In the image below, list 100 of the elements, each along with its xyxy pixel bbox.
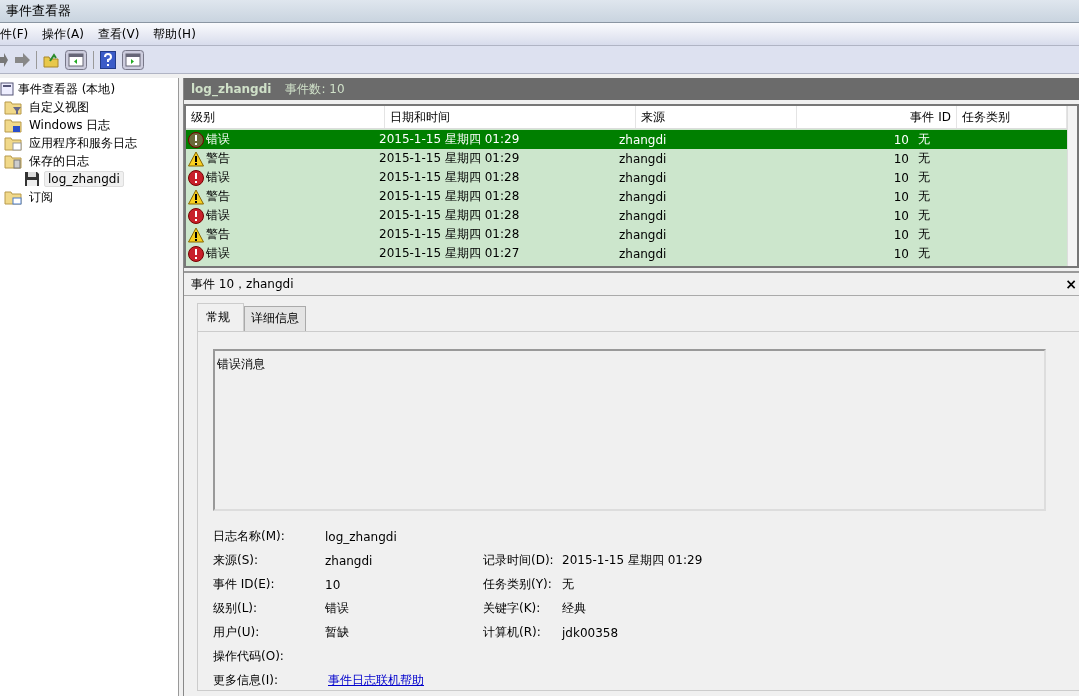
table-cell-text: zhangdi (618, 189, 668, 204)
table-cell-text: zhangdi (618, 151, 668, 166)
table-cell-text: 无 (917, 131, 931, 148)
table-cell-text: zhangdi (618, 208, 668, 223)
field-value: 暂缺 (325, 625, 349, 639)
column-header[interactable]: 来源 (636, 106, 797, 128)
message-text: 错误消息 (217, 357, 265, 371)
tab[interactable]: 常规 (197, 303, 244, 331)
tree-item[interactable]: 事件查看器 (本地) (18, 80, 116, 98)
error-icon (188, 169, 204, 186)
tree-item[interactable]: 保存的日志 (26, 152, 92, 170)
column-header[interactable]: 级别 (186, 106, 385, 128)
tree-item[interactable]: 应用程序和服务日志 (26, 134, 140, 152)
table-cell-text: 2015-1-15 星期四 01:27 (378, 245, 521, 262)
table-cell-text: 无 (917, 207, 931, 224)
table-cell-text: 10 (892, 170, 910, 185)
event-row[interactable]: 错误 2015-1-15 星期四 01:29 zhangdi 10 无 (186, 130, 1067, 149)
show-pane-icon[interactable] (65, 49, 87, 70)
table-cell-text: 2015-1-15 星期四 01:28 (378, 207, 521, 224)
warning-icon (188, 150, 204, 167)
field-label: 来源(S): (213, 552, 260, 569)
field-value: 2015-1-15 星期四 01:29 (562, 552, 703, 569)
menu-item[interactable]: 帮助(H) (153, 25, 196, 43)
table-cell-text: 2015-1-15 星期四 01:29 (378, 150, 521, 167)
table-cell: 错误 (206, 207, 230, 224)
field-label: 用户(U): (213, 624, 261, 641)
error-icon (188, 245, 204, 262)
field-label: 记录时间(D): (483, 553, 554, 567)
table-cell: 错误 (206, 245, 230, 262)
field-value: zhangdi (325, 553, 373, 568)
table-cell-text: 10 (892, 246, 910, 261)
table-cell-text: 2015-1-15 星期四 01:29 (378, 131, 521, 148)
table-cell-text: zhangdi (618, 227, 668, 242)
menu-item[interactable]: 件(F) (0, 25, 29, 43)
table-cell-text: 2015-1-15 星期四 01:28 (378, 226, 521, 243)
scrollbar[interactable] (1067, 106, 1077, 266)
forward-arrow-icon[interactable] (14, 52, 30, 67)
table-cell-text: 无 (917, 150, 931, 167)
table-cell-text: 2015-1-15 星期四 01:28 (378, 169, 521, 186)
field-label: 操作代码(O): (213, 648, 285, 665)
table-cell-text: zhangdi (618, 246, 668, 261)
table-cell-text: 10 (892, 132, 910, 147)
table-cell-text: 10 (892, 189, 910, 204)
viewer-icon (0, 82, 14, 96)
folder-icon (4, 189, 22, 205)
table-cell-text: 无 (917, 245, 931, 262)
table-cell-text: 无 (917, 226, 931, 243)
folder-icon (4, 99, 22, 115)
tree-item[interactable]: 自定义视图 (26, 98, 92, 116)
log-name: log_zhangdi (191, 82, 272, 96)
table-cell: 错误 (206, 131, 230, 148)
folder-icon (4, 117, 22, 133)
field-label: 计算机(R): (483, 625, 541, 639)
table-cell-text: zhangdi (618, 170, 668, 185)
table-cell: 警告 (206, 226, 230, 243)
table-cell: 警告 (206, 188, 230, 205)
table-cell-text: zhangdi (618, 132, 668, 147)
error-icon (188, 207, 204, 224)
table-cell-text: 2015-1-15 星期四 01:28 (378, 188, 521, 205)
field-value: 10 (325, 577, 341, 592)
menu-item[interactable]: 操作(A) (42, 25, 84, 43)
warning-icon (188, 226, 204, 243)
help-link[interactable]: 事件日志联机帮助 (328, 673, 424, 687)
field-label: 任务类别(Y): (483, 577, 552, 591)
table-cell: 错误 (206, 169, 230, 186)
table-cell: 警告 (206, 150, 230, 167)
field-value: 无 (562, 576, 574, 593)
tab[interactable]: 详细信息 (244, 306, 306, 331)
field-value: jdk00358 (562, 625, 619, 640)
help-icon[interactable] (100, 50, 116, 69)
error-icon (188, 131, 204, 148)
field-label: 事件 ID(E): (213, 576, 276, 593)
event-title: 事件 10，zhangdi (191, 275, 294, 293)
column-header[interactable]: 事件 ID (797, 106, 957, 128)
close-button[interactable]: × (1063, 276, 1079, 292)
window-title: 事件查看器 (6, 2, 71, 20)
table-cell-text: 无 (917, 188, 931, 205)
event-count: 事件数: 10 (285, 80, 345, 98)
table-cell-text: 无 (917, 169, 931, 186)
field-label: 关键字(K): (483, 601, 541, 615)
column-header[interactable]: 日期和时间 (385, 106, 636, 128)
field-label: 级别(L): (213, 600, 259, 617)
tree-item[interactable]: Windows 日志 (26, 116, 114, 134)
field-value: 错误 (325, 601, 349, 615)
field-value: log_zhangdi (325, 529, 397, 544)
field-label: 更多信息(I): (213, 672, 279, 689)
tree-item[interactable]: log_zhangdi (44, 171, 124, 187)
warning-icon (188, 188, 204, 205)
table-cell-text: 10 (892, 208, 910, 223)
field-label: 日志名称(M): (213, 528, 286, 545)
tree-item[interactable]: 订阅 (26, 188, 56, 206)
back-arrow-icon[interactable] (0, 52, 8, 67)
table-cell-text: 10 (892, 227, 910, 242)
action-pane-icon[interactable] (122, 49, 144, 70)
folder-icon (4, 135, 22, 151)
menu-item[interactable]: 查看(V) (97, 25, 140, 43)
folder-up-icon[interactable] (43, 51, 59, 68)
field-value: 经典 (562, 600, 586, 617)
folder-icon (4, 153, 22, 169)
table-cell-text: 10 (892, 151, 910, 166)
